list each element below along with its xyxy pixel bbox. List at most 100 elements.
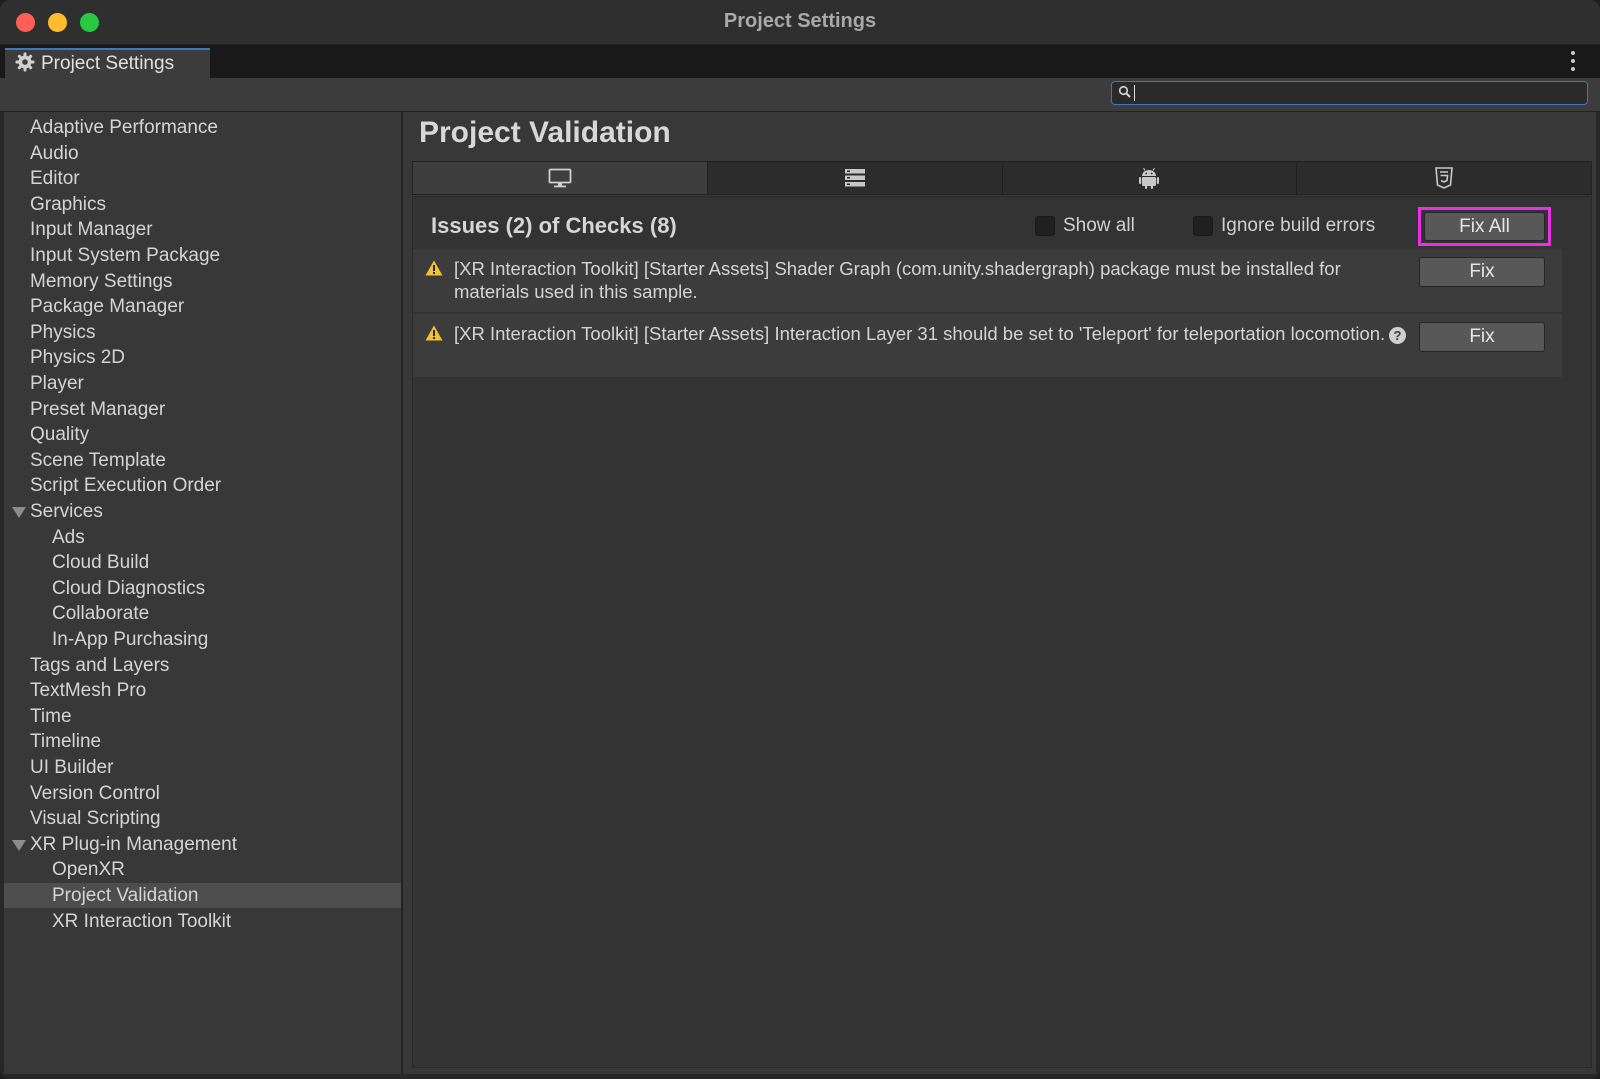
sidebar-item-graphics[interactable]: Graphics — [4, 192, 401, 217]
sidebar-item-xr-interaction-toolkit[interactable]: XR Interaction Toolkit — [4, 909, 401, 934]
sidebar-item-collaborate[interactable]: Collaborate — [4, 601, 401, 626]
sidebar-item-label: TextMesh Pro — [30, 680, 147, 702]
sidebar-item-cloud-diagnostics[interactable]: Cloud Diagnostics — [4, 576, 401, 601]
sidebar-item-label: Physics — [30, 321, 96, 343]
sidebar-item-preset-manager[interactable]: Preset Manager — [4, 397, 401, 422]
expand-arrow-icon[interactable] — [12, 507, 26, 518]
title-bar: Project Settings — [0, 0, 1600, 45]
sidebar-item-editor[interactable]: Editor — [4, 166, 401, 191]
sidebar-item-label: XR Plug-in Management — [30, 833, 237, 855]
sidebar-item-label: Tags and Layers — [30, 654, 170, 676]
window-title: Project Settings — [723, 10, 877, 32]
sidebar-item-label: OpenXR — [52, 859, 125, 881]
sidebar-item-openxr[interactable]: OpenXR — [4, 857, 401, 882]
sidebar-item-project-validation[interactable]: Project Validation — [4, 883, 401, 908]
sidebar-item-services[interactable]: Services — [4, 499, 401, 524]
expand-arrow-icon[interactable] — [12, 839, 26, 851]
android-icon — [1139, 167, 1160, 189]
sidebar-item-label: Cloud Diagnostics — [52, 577, 206, 599]
sidebar-item-label: Scene Template — [30, 449, 166, 471]
sidebar-item-tags-and-layers[interactable]: Tags and Layers — [4, 653, 401, 678]
server-icon — [844, 169, 865, 187]
monitor-icon — [548, 168, 572, 188]
sidebar-item-xr-plug-in-management[interactable]: XR Plug-in Management — [4, 832, 401, 857]
platform-tabs — [412, 161, 1592, 195]
sidebar-item-label: Collaborate — [52, 603, 150, 625]
page-title: Project Validation — [419, 116, 671, 149]
sidebar-item-in-app-purchasing[interactable]: In-App Purchasing — [4, 627, 401, 652]
sidebar-item-input-manager[interactable]: Input Manager — [4, 217, 401, 242]
more-options-icon[interactable] — [1570, 51, 1576, 71]
sidebar-item-input-system-package[interactable]: Input System Package — [4, 243, 401, 268]
sidebar-item-label: Package Manager — [30, 296, 185, 318]
tab-strip: Project Settings — [0, 45, 1600, 78]
sidebar-item-timeline[interactable]: Timeline — [4, 729, 401, 754]
toolbar — [0, 78, 1600, 112]
sidebar-item-label: In-App Purchasing — [52, 629, 209, 650]
fix-button[interactable]: Fix — [1419, 257, 1545, 287]
sidebar-item-time[interactable]: Time — [4, 704, 401, 729]
tab-project-settings[interactable]: Project Settings — [5, 48, 210, 78]
sidebar-item-label: Input System Package — [30, 245, 221, 266]
issue-message: [XR Interaction Toolkit] [Starter Assets… — [454, 258, 1341, 302]
sidebar-item-adaptive-performance[interactable]: Adaptive Performance — [4, 115, 401, 140]
tab-webgl[interactable] — [1297, 162, 1591, 194]
sidebar-item-label: Timeline — [30, 731, 102, 753]
sidebar-item-label: UI Builder — [30, 757, 114, 778]
tab-dedicated-server[interactable] — [707, 162, 1003, 194]
tab-standalone[interactable] — [413, 162, 708, 194]
sidebar-item-label: Input Manager — [30, 219, 153, 241]
sidebar-item-visual-scripting[interactable]: Visual Scripting — [4, 806, 401, 831]
text-caret — [1134, 85, 1135, 101]
issue-row: [XR Interaction Toolkit] [Starter Assets… — [413, 314, 1562, 377]
sidebar-item-script-execution-order[interactable]: Script Execution Order — [4, 473, 401, 498]
sidebar-item-version-control[interactable]: Version Control — [4, 781, 401, 806]
sidebar-item-label: Adaptive Performance — [30, 117, 218, 138]
fix-all-button[interactable]: Fix All — [1424, 212, 1545, 241]
sidebar-item-label: Memory Settings — [30, 270, 173, 292]
sidebar-item-label: Preset Manager — [30, 398, 166, 420]
sidebar-item-quality[interactable]: Quality — [4, 422, 401, 447]
sidebar-item-label: Version Control — [30, 782, 160, 804]
sidebar-item-textmesh-pro[interactable]: TextMesh Pro — [4, 678, 401, 703]
sidebar-item-label: Project Validation — [52, 885, 199, 906]
html5-icon — [1435, 167, 1453, 189]
sidebar-item-package-manager[interactable]: Package Manager — [4, 294, 401, 319]
gear-icon — [15, 52, 35, 77]
search-input[interactable] — [1111, 81, 1588, 105]
search-icon — [1118, 85, 1131, 98]
issue-message: [XR Interaction Toolkit] [Starter Assets… — [454, 323, 1386, 344]
sidebar-item-label: Ads — [52, 526, 85, 548]
tab-android[interactable] — [1002, 162, 1298, 194]
sidebar-item-label: Graphics — [30, 193, 107, 215]
sidebar-item-cloud-build[interactable]: Cloud Build — [4, 550, 401, 575]
sidebar-item-label: Services — [30, 501, 103, 522]
sidebar-item-label: Visual Scripting — [30, 808, 161, 830]
sidebar-item-ads[interactable]: Ads — [4, 525, 401, 550]
warning-icon — [425, 325, 443, 341]
ignore-build-errors-checkbox[interactable] — [1193, 216, 1213, 236]
sidebar-item-scene-template[interactable]: Scene Template — [4, 448, 401, 473]
sidebar-item-label: Player — [30, 373, 84, 394]
help-icon[interactable]: ? — [1389, 327, 1406, 344]
sidebar-item-label: Cloud Build — [52, 552, 150, 574]
warning-icon — [425, 260, 443, 276]
fix-button[interactable]: Fix — [1419, 322, 1545, 352]
sidebar-item-label: XR Interaction Toolkit — [52, 910, 232, 932]
sidebar-item-ui-builder[interactable]: UI Builder — [4, 755, 401, 780]
sidebar-item-physics-2d[interactable]: Physics 2D — [4, 345, 401, 370]
tab-label: Project Settings — [41, 53, 175, 74]
settings-sidebar: Adaptive Performance Audio Editor Graphics I… — [4, 112, 403, 1074]
validation-panel: Issues (2) of Checks (8) Show all Ignore… — [412, 196, 1592, 1068]
sidebar-item-label: Quality — [30, 424, 90, 446]
issues-summary: Issues (2) of Checks (8) — [431, 213, 677, 238]
show-all-checkbox[interactable] — [1035, 216, 1055, 236]
sidebar-item-audio[interactable]: Audio — [4, 141, 401, 166]
sidebar-item-player[interactable]: Player — [4, 371, 401, 396]
show-all-toggle[interactable]: Show all — [1035, 215, 1135, 237]
ignore-build-errors-toggle[interactable]: Ignore build errors — [1193, 215, 1375, 237]
sidebar-item-label: Editor — [30, 168, 80, 190]
show-all-label: Show all — [1063, 215, 1135, 236]
sidebar-item-physics[interactable]: Physics — [4, 320, 401, 345]
sidebar-item-memory-settings[interactable]: Memory Settings — [4, 269, 401, 294]
